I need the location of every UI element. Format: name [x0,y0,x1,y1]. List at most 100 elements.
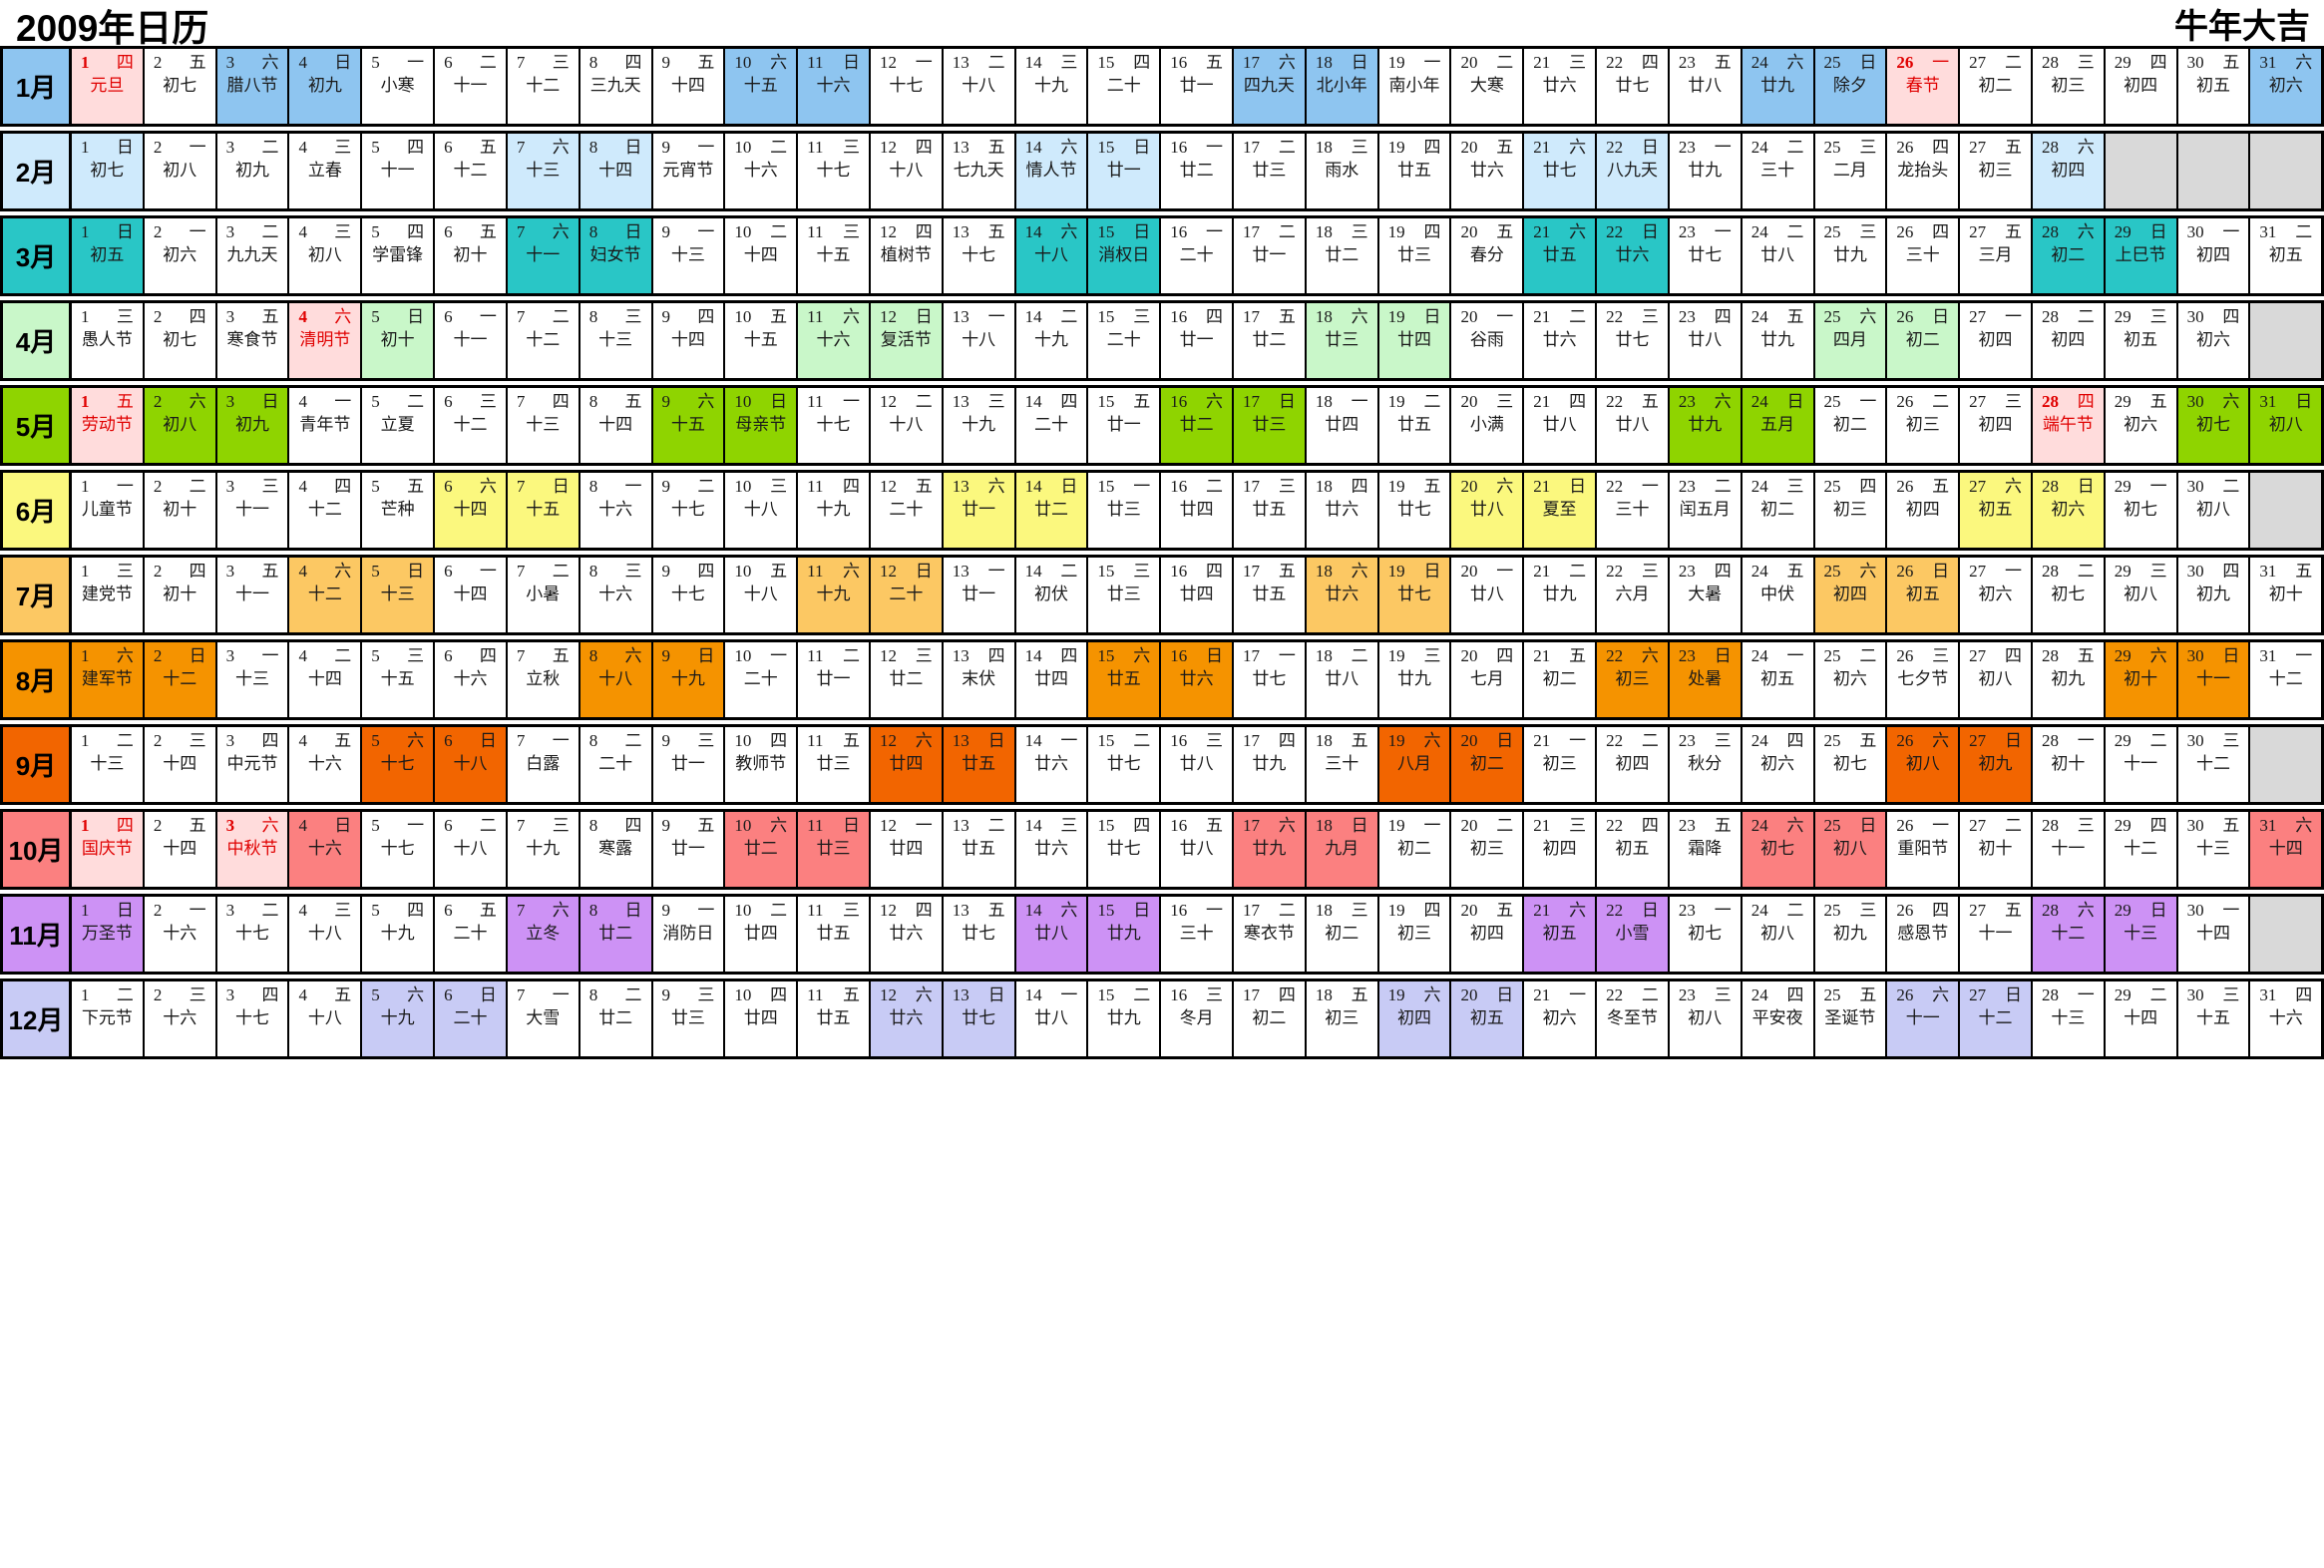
day-cell[interactable]: 26 日初五 [1887,558,1961,632]
day-cell[interactable]: 7 三十二 [507,49,581,124]
day-cell[interactable]: 7 四十三 [507,388,581,463]
day-cell[interactable]: 1 三建党节 [72,558,145,632]
day-cell[interactable]: 15 一廿三 [1088,473,1162,548]
day-cell[interactable]: 16 三廿八 [1161,727,1234,802]
day-cell[interactable]: 21 三廿六 [1524,49,1598,124]
day-cell[interactable]: 12 日二十 [870,558,944,632]
day-cell[interactable]: 17 二廿一 [1234,218,1307,293]
day-cell[interactable]: 22 六初三 [1597,642,1670,717]
day-cell[interactable]: 24 四初六 [1742,727,1815,802]
day-cell[interactable]: 1 五劳动节 [72,388,145,463]
day-cell[interactable]: 4 三十八 [289,897,363,972]
day-cell[interactable]: 2 四初七 [144,303,217,378]
day-cell[interactable]: 22 四廿七 [1597,49,1670,124]
day-cell[interactable]: 8 五十四 [580,388,653,463]
day-cell[interactable]: 11 二廿一 [798,642,871,717]
month-label[interactable]: 10月 [0,809,72,890]
day-cell[interactable]: 12 四廿六 [870,897,944,972]
day-cell[interactable]: 2 三十六 [144,981,217,1056]
day-cell[interactable]: 25 日初八 [1814,812,1888,887]
day-cell[interactable]: 6 四十六 [435,642,508,717]
day-cell[interactable]: 1 四元旦 [72,49,145,124]
day-cell[interactable]: 4 五十六 [289,727,363,802]
day-cell[interactable]: 2 三十四 [144,727,217,802]
day-cell[interactable]: 6 五十二 [435,134,508,208]
day-cell[interactable]: 27 日初九 [1960,727,2033,802]
day-cell[interactable]: 16 二廿四 [1161,473,1234,548]
day-cell[interactable]: 22 二冬至节 [1597,981,1670,1056]
day-cell[interactable]: 23 日处暑 [1669,642,1743,717]
day-cell[interactable]: 14 六十八 [1015,218,1089,293]
day-cell[interactable]: 13 三十九 [943,388,1016,463]
day-cell[interactable]: 26 三七夕节 [1887,642,1961,717]
day-cell[interactable]: 9 四十七 [652,558,726,632]
day-cell[interactable]: 4 三初八 [289,218,363,293]
day-cell[interactable]: 14 三廿六 [1015,812,1089,887]
day-cell[interactable]: 2 二初十 [144,473,217,548]
day-cell[interactable]: 28 六初二 [2032,218,2106,293]
day-cell[interactable]: 5 一十七 [362,812,436,887]
day-cell[interactable]: 3 一十三 [216,642,290,717]
day-cell[interactable]: 19 四初三 [1378,897,1452,972]
day-cell[interactable]: 6 日十八 [435,727,508,802]
day-cell[interactable]: 17 二廿三 [1234,134,1307,208]
day-cell[interactable]: 6 二十八 [435,812,508,887]
day-cell[interactable]: 17 六四九天 [1234,49,1307,124]
day-cell[interactable]: 3 四中元节 [216,727,290,802]
day-cell[interactable]: 8 一十六 [580,473,653,548]
day-cell[interactable]: 5 三十五 [362,642,436,717]
day-cell[interactable]: 5 六十七 [362,727,436,802]
day-cell[interactable]: 13 五七九天 [943,134,1016,208]
day-cell[interactable]: 26 六初八 [1887,727,1961,802]
day-cell[interactable]: 20 四七月 [1451,642,1525,717]
month-label[interactable]: 9月 [0,724,72,805]
day-cell[interactable]: 4 四十二 [289,473,363,548]
day-cell[interactable]: 18 六廿三 [1306,303,1379,378]
day-cell[interactable]: 17 四初二 [1234,981,1307,1056]
day-cell[interactable]: 4 三立春 [289,134,363,208]
day-cell[interactable]: 1 日初五 [72,218,145,293]
day-cell[interactable]: 22 日八九天 [1597,134,1670,208]
day-cell[interactable]: 10 二十四 [725,218,799,293]
day-cell[interactable]: 17 五廿二 [1234,303,1307,378]
day-cell[interactable]: 9 六十五 [652,388,726,463]
day-cell[interactable]: 25 日除夕 [1814,49,1888,124]
day-cell[interactable]: 14 一廿八 [1015,981,1089,1056]
day-cell[interactable]: 15 五廿一 [1088,388,1162,463]
day-cell[interactable]: 10 四廿四 [725,981,799,1056]
day-cell[interactable]: 27 日十二 [1960,981,2033,1056]
day-cell[interactable]: 5 五芒种 [362,473,436,548]
day-cell[interactable]: 29 六初十 [2105,642,2178,717]
day-cell[interactable]: 16 一三十 [1161,897,1234,972]
day-cell[interactable]: 4 二十四 [289,642,363,717]
day-cell[interactable]: 15 日消权日 [1088,218,1162,293]
day-cell[interactable]: 28 六十二 [2032,897,2106,972]
day-cell[interactable]: 23 一初七 [1669,897,1743,972]
day-cell[interactable]: 22 二初四 [1597,727,1670,802]
day-cell[interactable]: 17 三廿五 [1234,473,1307,548]
day-cell[interactable]: 31 日初八 [2250,388,2322,463]
day-cell[interactable]: 2 五初七 [144,49,217,124]
day-cell[interactable]: 22 三六月 [1597,558,1670,632]
day-cell[interactable]: 3 六腊八节 [216,49,290,124]
day-cell[interactable]: 28 三初三 [2032,49,2106,124]
day-cell[interactable]: 18 五三十 [1306,727,1379,802]
day-cell[interactable]: 29 四十二 [2105,812,2178,887]
day-cell[interactable]: 1 二十三 [72,727,145,802]
day-cell[interactable]: 31 六十四 [2250,812,2322,887]
day-cell[interactable]: 7 日十五 [507,473,581,548]
day-cell[interactable]: 26 四龙抬头 [1887,134,1961,208]
day-cell[interactable]: 11 三廿五 [798,897,871,972]
day-cell[interactable]: 24 二廿八 [1742,218,1815,293]
day-cell[interactable]: 26 日初二 [1887,303,1961,378]
day-cell[interactable]: 25 一初二 [1814,388,1888,463]
day-cell[interactable]: 6 一十一 [435,303,508,378]
day-cell[interactable]: 19 六八月 [1378,727,1452,802]
day-cell[interactable]: 27 五十一 [1960,897,2033,972]
day-cell[interactable]: 11 三十七 [798,134,871,208]
day-cell[interactable]: 22 日小雪 [1597,897,1670,972]
day-cell[interactable]: 10 日母亲节 [725,388,799,463]
day-cell[interactable]: 29 日十三 [2105,897,2178,972]
day-cell[interactable]: 23 二闰五月 [1669,473,1743,548]
day-cell[interactable]: 29 二十一 [2105,727,2178,802]
